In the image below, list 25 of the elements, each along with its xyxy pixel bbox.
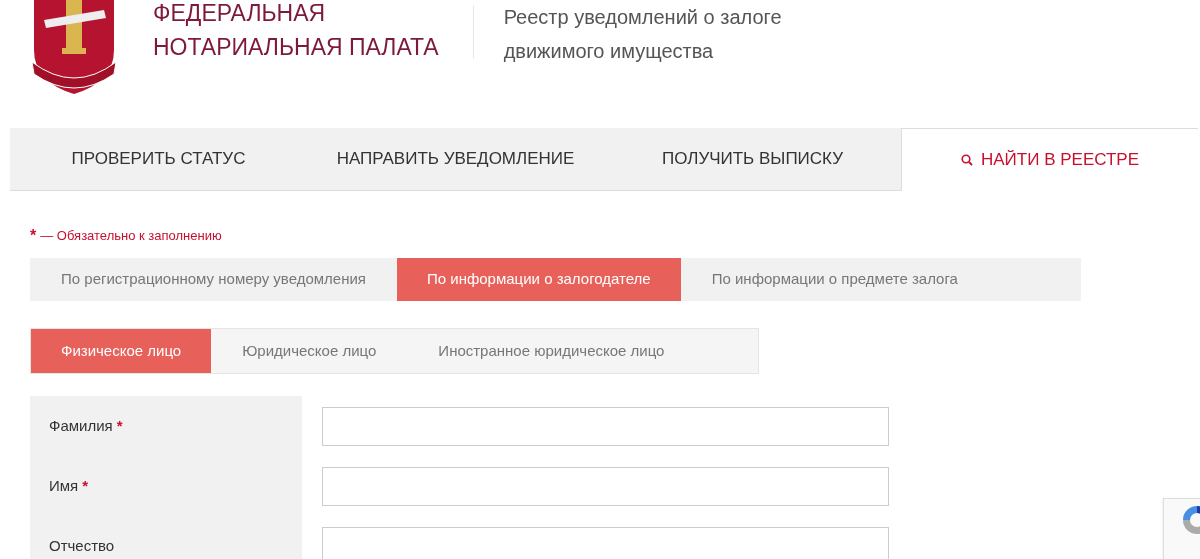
org-name: ФЕДЕРАЛЬНАЯ xyxy=(153,0,327,28)
search-tab[interactable]: По информации о залогодателе xyxy=(397,258,681,301)
text-input[interactable] xyxy=(322,406,889,446)
required-mark: * xyxy=(116,415,123,436)
field-label: Отчество xyxy=(49,535,115,556)
person-type-tab[interactable]: Иностранное юридическое лицо xyxy=(407,329,696,373)
search-tab[interactable]: По регистрационному номеру уведомления xyxy=(30,258,397,301)
nav-tab[interactable]: НАПРАВИТЬ УВЕДОМЛЕНИЕ xyxy=(307,128,604,191)
required-note: — Обязательно к заполнению xyxy=(40,227,222,246)
search-icon xyxy=(961,154,973,166)
registry-title: движимого имущества xyxy=(503,39,715,64)
text-input[interactable] xyxy=(322,526,889,559)
registry-title: Реестр уведомлений о залоге xyxy=(503,5,782,30)
required-mark: * xyxy=(82,475,89,496)
required-mark: * xyxy=(30,226,37,246)
search-tab[interactable]: По информации о предмете залога xyxy=(680,258,989,301)
text-input[interactable] xyxy=(322,466,889,506)
field-label: Имя xyxy=(49,475,79,496)
field-label: Фамилия xyxy=(49,415,113,436)
org-name: НОТАРИАЛЬНАЯ ПАЛАТА xyxy=(153,33,439,62)
nav-tab[interactable]: ПРОВЕРИТЬ СТАТУС xyxy=(10,128,307,191)
nav-tab[interactable]: ПОЛУЧИТЬ ВЫПИСКУ xyxy=(604,128,901,191)
person-type-tab[interactable]: Физическое лицо xyxy=(31,329,212,373)
nav-tab[interactable]: НАЙТИ В РЕЕСТРЕ xyxy=(901,128,1198,191)
person-type-tab[interactable]: Юридическое лицо xyxy=(211,329,408,373)
